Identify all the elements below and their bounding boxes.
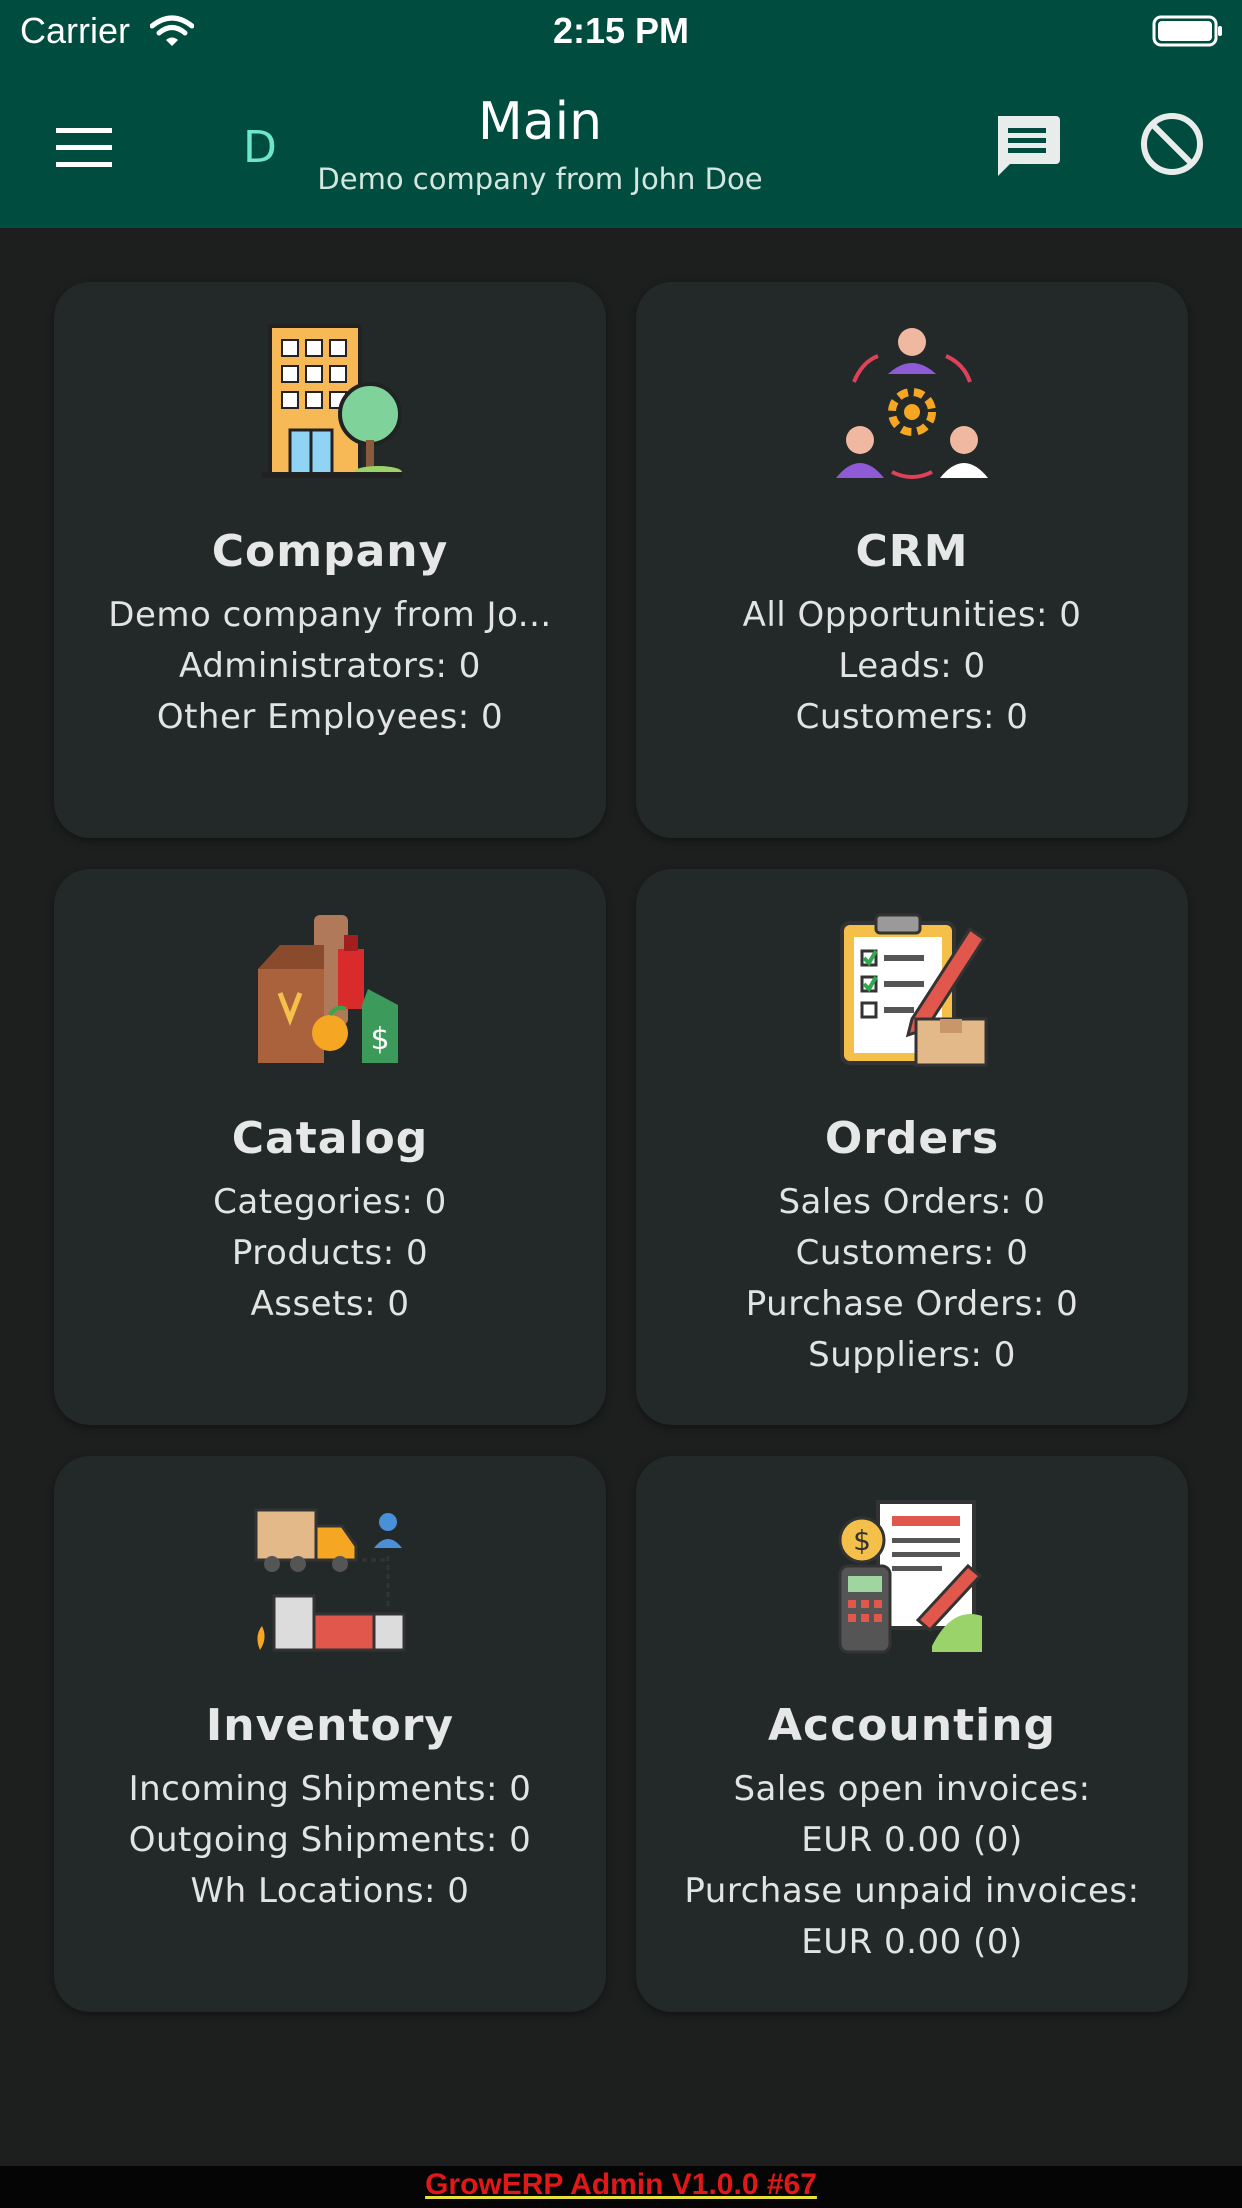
card-title: Inventory — [205, 1700, 455, 1751]
dashboard-card-orders[interactable]: Orders Sales Orders: 0 Customers: 0 Purc… — [636, 869, 1188, 1425]
dashboard-card-crm[interactable]: CRM All Opportunities: 0 Leads: 0 Custom… — [636, 282, 1188, 838]
version-label: GrowERP Admin V1.0.0 #67 — [425, 2168, 817, 2201]
card-line: Sales Orders: 0 — [778, 1182, 1046, 1222]
card-line: Purchase Orders: 0 — [745, 1284, 1079, 1324]
card-line: EUR 0.00 (0) — [801, 1922, 1023, 1962]
clock: 2:15 PM — [552, 10, 690, 51]
page-subtitle: Demo company from John Doe — [317, 162, 763, 196]
chat-icon[interactable] — [990, 110, 1064, 184]
card-line: Customers: 0 — [795, 1233, 1029, 1273]
card-line: Administrators: 0 — [179, 646, 481, 686]
card-line: Customers: 0 — [795, 697, 1029, 737]
card-line: Categories: 0 — [213, 1182, 447, 1222]
card-line: All Opportunities: 0 — [742, 595, 1082, 635]
status-bar: Carrier 2:15 PM — [0, 0, 1242, 64]
card-line: Wh Locations: 0 — [190, 1871, 470, 1911]
dashboard-card-company[interactable]: Company Demo company from Jo... Administ… — [54, 282, 606, 838]
card-line: EUR 0.00 (0) — [801, 1820, 1023, 1860]
card-line: Assets: 0 — [250, 1284, 410, 1324]
card-line: Incoming Shipments: 0 — [128, 1769, 532, 1809]
orders-clipboard-icon — [636, 909, 1188, 1069]
card-line: Sales open invoices: — [733, 1769, 1091, 1809]
card-line: Outgoing Shipments: 0 — [128, 1820, 532, 1860]
card-line: Leads: 0 — [838, 646, 986, 686]
catalog-products-icon: $ — [54, 909, 606, 1069]
company-building-icon — [54, 322, 606, 482]
card-line: Products: 0 — [231, 1233, 429, 1273]
card-title: Accounting — [767, 1700, 1057, 1751]
battery-icon — [1152, 15, 1222, 47]
dashboard-card-catalog[interactable]: $ Catalog Categories: 0 Products: 0 Asse… — [54, 869, 606, 1425]
card-line: Other Employees: 0 — [156, 697, 504, 737]
card-title: Catalog — [231, 1113, 429, 1164]
card-line: Demo company from Jo... — [108, 595, 552, 635]
app-bar: D Main Demo company from John Doe — [0, 64, 1242, 228]
card-title: Company — [211, 526, 449, 577]
accounting-invoice-icon: $ — [636, 1496, 1188, 1656]
page-title: Main — [477, 92, 603, 152]
svg-text:$: $ — [370, 1022, 389, 1057]
inventory-truck-icon — [54, 1496, 606, 1656]
svg-text:$: $ — [853, 1524, 871, 1557]
card-line: Purchase unpaid invoices: — [684, 1871, 1140, 1911]
crm-people-icon — [636, 322, 1188, 482]
version-footer: GrowERP Admin V1.0.0 #67 — [0, 2166, 1242, 2208]
dashboard-card-inventory[interactable]: Inventory Incoming Shipments: 0 Outgoing… — [54, 1456, 606, 2012]
card-title: CRM — [855, 526, 969, 577]
card-line: Suppliers: 0 — [808, 1335, 1016, 1375]
card-title: Orders — [824, 1113, 1000, 1164]
block-icon[interactable] — [1136, 108, 1208, 180]
dashboard-card-accounting[interactable]: $ Accounting Sales open invoices: EUR 0.… — [636, 1456, 1188, 2012]
